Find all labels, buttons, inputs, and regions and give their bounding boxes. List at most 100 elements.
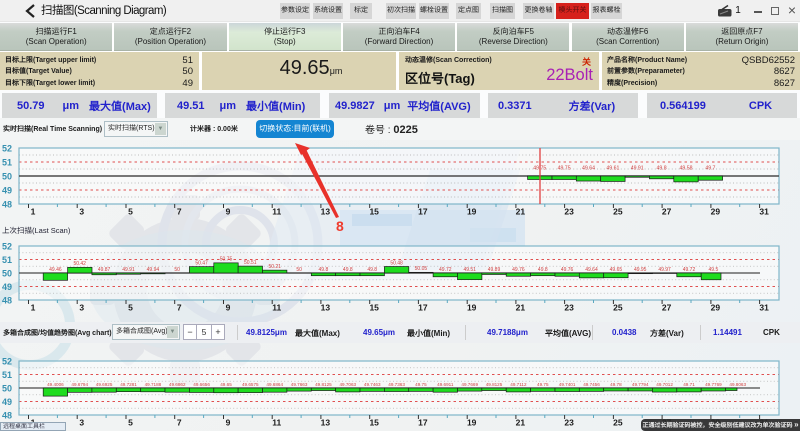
svg-text:49.64: 49.64: [582, 166, 595, 172]
svg-text:50.48: 50.48: [390, 260, 403, 266]
svg-text:21: 21: [516, 418, 526, 428]
svg-text:49.76: 49.76: [512, 267, 525, 273]
svg-text:49.7281: 49.7281: [120, 382, 137, 387]
svg-text:49.7363: 49.7363: [388, 382, 405, 387]
svg-text:23: 23: [564, 418, 574, 428]
svg-text:50.75: 50.75: [220, 257, 233, 263]
svg-text:49.6794: 49.6794: [71, 382, 88, 387]
svg-text:49.7: 49.7: [705, 166, 715, 172]
svg-text:49.71: 49.71: [683, 382, 695, 387]
svg-text:1: 1: [31, 303, 36, 313]
svg-text:49.97: 49.97: [658, 267, 671, 273]
svg-text:49.72: 49.72: [439, 267, 452, 273]
svg-text:9: 9: [226, 207, 231, 217]
svg-text:49.76: 49.76: [561, 267, 574, 273]
svg-text:49.64: 49.64: [585, 267, 598, 273]
svg-text:17: 17: [418, 207, 428, 217]
svg-text:25: 25: [613, 207, 623, 217]
svg-text:49.8: 49.8: [657, 166, 667, 172]
svg-text:11: 11: [272, 303, 281, 313]
svg-text:15: 15: [369, 418, 379, 428]
svg-text:51: 51: [2, 255, 12, 265]
svg-text:25: 25: [613, 418, 623, 428]
svg-text:27: 27: [662, 207, 672, 217]
svg-text:50.05: 50.05: [415, 266, 428, 272]
svg-text:49.78: 49.78: [610, 382, 622, 387]
svg-text:49: 49: [2, 282, 12, 292]
svg-text:7: 7: [177, 303, 182, 313]
svg-text:49.87: 49.87: [98, 267, 111, 273]
svg-text:49.51: 49.51: [463, 267, 476, 273]
svg-text:19: 19: [467, 303, 477, 313]
svg-text:23: 23: [564, 303, 574, 313]
svg-text:3: 3: [79, 418, 84, 428]
svg-text:51: 51: [2, 370, 12, 380]
svg-text:49.7669: 49.7669: [461, 382, 478, 387]
svg-text:52: 52: [2, 144, 12, 154]
svg-text:49.7063: 49.7063: [339, 382, 356, 387]
svg-text:17: 17: [418, 418, 428, 428]
svg-text:50: 50: [2, 384, 12, 394]
svg-text:11: 11: [272, 207, 281, 217]
svg-text:49.75: 49.75: [558, 166, 571, 172]
svg-text:48: 48: [2, 200, 12, 210]
svg-text:29: 29: [711, 303, 721, 313]
svg-text:49.7188: 49.7188: [145, 382, 162, 387]
svg-text:49.7463: 49.7463: [364, 382, 381, 387]
svg-text:49.46: 49.46: [49, 267, 62, 273]
svg-text:49.94: 49.94: [147, 267, 160, 273]
svg-text:5: 5: [128, 207, 133, 217]
svg-text:15: 15: [369, 303, 379, 313]
svg-text:49.65: 49.65: [610, 267, 623, 273]
svg-text:50.51: 50.51: [244, 260, 257, 266]
svg-text:49.75: 49.75: [537, 382, 549, 387]
svg-text:49: 49: [2, 186, 12, 196]
svg-text:5: 5: [128, 418, 133, 428]
svg-text:49.95: 49.95: [634, 267, 647, 273]
svg-text:9: 9: [226, 418, 231, 428]
svg-text:3: 3: [79, 303, 84, 313]
svg-text:48: 48: [2, 296, 12, 306]
svg-text:31: 31: [759, 207, 769, 217]
svg-text:50: 50: [2, 269, 12, 279]
svg-text:27: 27: [662, 303, 672, 313]
svg-text:50.47: 50.47: [195, 261, 208, 267]
svg-text:49.8125: 49.8125: [315, 382, 332, 387]
svg-text:31: 31: [759, 303, 769, 313]
svg-text:49.6925: 49.6925: [96, 382, 113, 387]
svg-text:11: 11: [272, 418, 281, 428]
svg-text:52: 52: [2, 357, 12, 367]
svg-text:49.8063: 49.8063: [729, 382, 746, 387]
svg-text:9: 9: [226, 303, 231, 313]
svg-text:49.72: 49.72: [683, 267, 696, 273]
svg-text:5: 5: [128, 303, 133, 313]
svg-text:7: 7: [177, 207, 182, 217]
svg-text:49.6911: 49.6911: [437, 382, 454, 387]
svg-text:49.7769: 49.7769: [705, 382, 722, 387]
svg-text:21: 21: [516, 207, 526, 217]
svg-text:50: 50: [2, 172, 12, 182]
svg-text:7: 7: [177, 418, 182, 428]
svg-text:49.8: 49.8: [367, 267, 377, 273]
svg-text:25: 25: [613, 303, 623, 313]
svg-text:49.61: 49.61: [606, 166, 619, 172]
svg-text:49.7401: 49.7401: [559, 382, 576, 387]
svg-text:1: 1: [31, 207, 36, 217]
svg-text:49.65: 49.65: [220, 382, 232, 387]
svg-text:49.6575: 49.6575: [242, 382, 259, 387]
svg-text:49: 49: [2, 397, 12, 407]
svg-text:49.6864: 49.6864: [266, 382, 283, 387]
svg-text:3: 3: [79, 207, 84, 217]
svg-text:49.89: 49.89: [488, 267, 501, 273]
svg-text:49.6656: 49.6656: [193, 382, 210, 387]
svg-text:49.7456: 49.7456: [583, 382, 600, 387]
svg-text:19: 19: [467, 418, 477, 428]
svg-text:49.8: 49.8: [538, 267, 548, 273]
svg-text:21: 21: [516, 303, 526, 313]
svg-text:49.5: 49.5: [709, 267, 719, 273]
svg-text:19: 19: [467, 207, 477, 217]
svg-text:51: 51: [2, 158, 12, 168]
svg-text:29: 29: [711, 207, 721, 217]
svg-text:49.58: 49.58: [680, 166, 693, 172]
svg-text:49.7112: 49.7112: [510, 382, 527, 387]
